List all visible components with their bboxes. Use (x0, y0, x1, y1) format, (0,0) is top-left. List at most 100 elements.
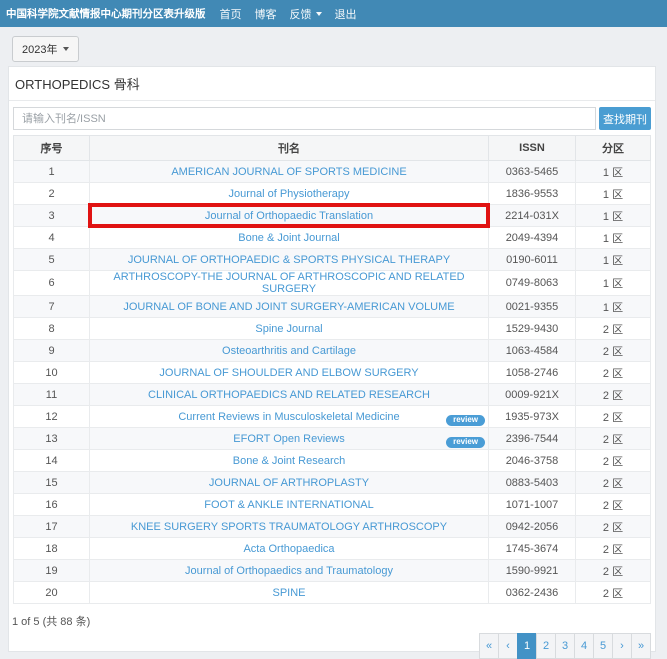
row-number-cell: 4 (14, 227, 90, 249)
year-dropdown-button[interactable]: 2023年 (12, 36, 79, 62)
page-button-8[interactable]: » (631, 633, 651, 659)
table-row: 8 Spine Journal 1529-9430 2 区 (14, 318, 651, 340)
journal-name-link[interactable]: KNEE SURGERY SPORTS TRAUMATOLOGY ARTHROS… (131, 521, 447, 533)
zone-cell: 2 区 (576, 582, 651, 604)
journal-name-link[interactable]: Journal of Orthopaedic Translation (205, 210, 373, 222)
issn-cell: 2214-031X (489, 205, 576, 227)
issn-cell: 0942-2056 (489, 516, 576, 538)
table-row: 4 Bone & Joint Journal 2049-4394 1 区 (14, 227, 651, 249)
issn-cell: 1063-4584 (489, 340, 576, 362)
row-number-cell: 3 (14, 205, 90, 227)
journal-name-cell: Journal of Orthopaedic Translation (90, 205, 489, 227)
journal-name-cell: JOURNAL OF ARTHROPLASTY (90, 472, 489, 494)
search-journal-button[interactable]: 查找期刊 (599, 107, 651, 130)
page-title: ORTHOPEDICS 骨科 (9, 67, 655, 101)
journal-name-cell: CLINICAL ORTHOPAEDICS AND RELATED RESEAR… (90, 384, 489, 406)
journal-name-link[interactable]: Journal of Orthopaedics and Traumatology (185, 565, 393, 577)
issn-cell: 0749-8063 (489, 271, 576, 296)
table-row: 14 Bone & Joint Research 2046-3758 2 区 (14, 450, 651, 472)
journal-table: 序号刊名ISSN分区 1 AMERICAN JOURNAL OF SPORTS … (13, 135, 651, 604)
nav-item-1[interactable]: 博客 (255, 6, 277, 22)
zone-cell: 1 区 (576, 249, 651, 271)
journal-name-link[interactable]: Spine Journal (255, 323, 322, 335)
issn-cell: 0363-5465 (489, 161, 576, 183)
page-button-0[interactable]: « (479, 633, 499, 659)
journal-name-link[interactable]: JOURNAL OF ORTHOPAEDIC & SPORTS PHYSICAL… (128, 254, 450, 266)
table-row: 19 Journal of Orthopaedics and Traumatol… (14, 560, 651, 582)
journal-name-cell: JOURNAL OF ORTHOPAEDIC & SPORTS PHYSICAL… (90, 249, 489, 271)
page-button-3[interactable]: 2 (536, 633, 556, 659)
zone-cell: 1 区 (576, 296, 651, 318)
table-row: 2 Journal of Physiotherapy 1836-9553 1 区 (14, 183, 651, 205)
review-badge: review (446, 415, 485, 426)
content-panel: ORTHOPEDICS 骨科 查找期刊 序号刊名ISSN分区 1 AMERICA… (8, 66, 656, 652)
column-header: 刊名 (90, 136, 489, 161)
issn-cell: 1836-9553 (489, 183, 576, 205)
table-row: 9 Osteoarthritis and Cartilage 1063-4584… (14, 340, 651, 362)
page-button-5[interactable]: 4 (574, 633, 594, 659)
issn-cell: 1935-973X (489, 406, 576, 428)
journal-name-link[interactable]: JOURNAL OF ARTHROPLASTY (209, 477, 369, 489)
table-row: 15 JOURNAL OF ARTHROPLASTY 0883-5403 2 区 (14, 472, 651, 494)
row-number-cell: 2 (14, 183, 90, 205)
page-button-active[interactable]: 1 (517, 633, 537, 659)
journal-name-link[interactable]: Acta Orthopaedica (243, 543, 334, 555)
zone-cell: 1 区 (576, 205, 651, 227)
journal-name-link[interactable]: Journal of Physiotherapy (228, 188, 349, 200)
journal-table-body: 1 AMERICAN JOURNAL OF SPORTS MEDICINE 03… (14, 161, 651, 604)
journal-name-cell: Bone & Joint Journal (90, 227, 489, 249)
row-number-cell: 8 (14, 318, 90, 340)
journal-name-link[interactable]: Bone & Joint Research (233, 455, 346, 467)
issn-cell: 1071-1007 (489, 494, 576, 516)
zone-cell: 2 区 (576, 428, 651, 450)
table-row: 1 AMERICAN JOURNAL OF SPORTS MEDICINE 03… (14, 161, 651, 183)
journal-name-link[interactable]: CLINICAL ORTHOPAEDICS AND RELATED RESEAR… (148, 389, 430, 401)
row-number-cell: 5 (14, 249, 90, 271)
issn-cell: 0009-921X (489, 384, 576, 406)
journal-name-cell: Acta Orthopaedica (90, 538, 489, 560)
row-number-cell: 20 (14, 582, 90, 604)
journal-name-link[interactable]: EFORT Open Reviews (233, 433, 344, 445)
page-button-7[interactable]: › (612, 633, 632, 659)
pagination-summary: 1 of 5 (共 88 条) (9, 604, 655, 629)
issn-cell: 0362-2436 (489, 582, 576, 604)
nav-item-0[interactable]: 首页 (220, 6, 242, 22)
journal-name-link[interactable]: Bone & Joint Journal (238, 232, 340, 244)
nav-item-3[interactable]: 退出 (335, 6, 357, 22)
zone-cell: 2 区 (576, 406, 651, 428)
journal-name-link[interactable]: Osteoarthritis and Cartilage (222, 345, 356, 357)
journal-name-link[interactable]: AMERICAN JOURNAL OF SPORTS MEDICINE (171, 166, 406, 178)
nav-item-2[interactable]: 反馈 (290, 6, 322, 22)
issn-cell: 0021-9355 (489, 296, 576, 318)
column-header: 分区 (576, 136, 651, 161)
journal-name-link[interactable]: ARTHROSCOPY-THE JOURNAL OF ARTHROSCOPIC … (113, 271, 464, 295)
journal-name-link[interactable]: FOOT & ANKLE INTERNATIONAL (204, 499, 374, 511)
row-number-cell: 14 (14, 450, 90, 472)
table-row: 6 ARTHROSCOPY-THE JOURNAL OF ARTHROSCOPI… (14, 271, 651, 296)
row-number-cell: 11 (14, 384, 90, 406)
journal-name-cell: Journal of Physiotherapy (90, 183, 489, 205)
table-row: 17 KNEE SURGERY SPORTS TRAUMATOLOGY ARTH… (14, 516, 651, 538)
search-row: 查找期刊 (9, 101, 655, 133)
page-button-4[interactable]: 3 (555, 633, 575, 659)
row-number-cell: 13 (14, 428, 90, 450)
zone-cell: 2 区 (576, 560, 651, 582)
page-button-1[interactable]: ‹ (498, 633, 518, 659)
issn-cell: 2396-7544 (489, 428, 576, 450)
table-row: 11 CLINICAL ORTHOPAEDICS AND RELATED RES… (14, 384, 651, 406)
review-badge: review (446, 437, 485, 448)
journal-name-cell: Journal of Orthopaedics and Traumatology (90, 560, 489, 582)
journal-name-link[interactable]: JOURNAL OF SHOULDER AND ELBOW SURGERY (159, 367, 418, 379)
journal-name-link[interactable]: JOURNAL OF BONE AND JOINT SURGERY-AMERIC… (123, 301, 454, 313)
zone-cell: 1 区 (576, 183, 651, 205)
site-brand[interactable]: 中国科学院文献情报中心期刊分区表升级版 (6, 6, 206, 21)
page-button-6[interactable]: 5 (593, 633, 613, 659)
journal-name-link[interactable]: SPINE (272, 587, 305, 599)
table-row: 3 Journal of Orthopaedic Translation 221… (14, 205, 651, 227)
journal-name-cell: EFORT Open Reviews review (90, 428, 489, 450)
row-number-cell: 15 (14, 472, 90, 494)
journal-name-link[interactable]: Current Reviews in Musculoskeletal Medic… (178, 411, 399, 423)
search-input[interactable] (13, 107, 596, 130)
year-bar: 2023年 (0, 27, 667, 62)
table-row: 12 Current Reviews in Musculoskeletal Me… (14, 406, 651, 428)
